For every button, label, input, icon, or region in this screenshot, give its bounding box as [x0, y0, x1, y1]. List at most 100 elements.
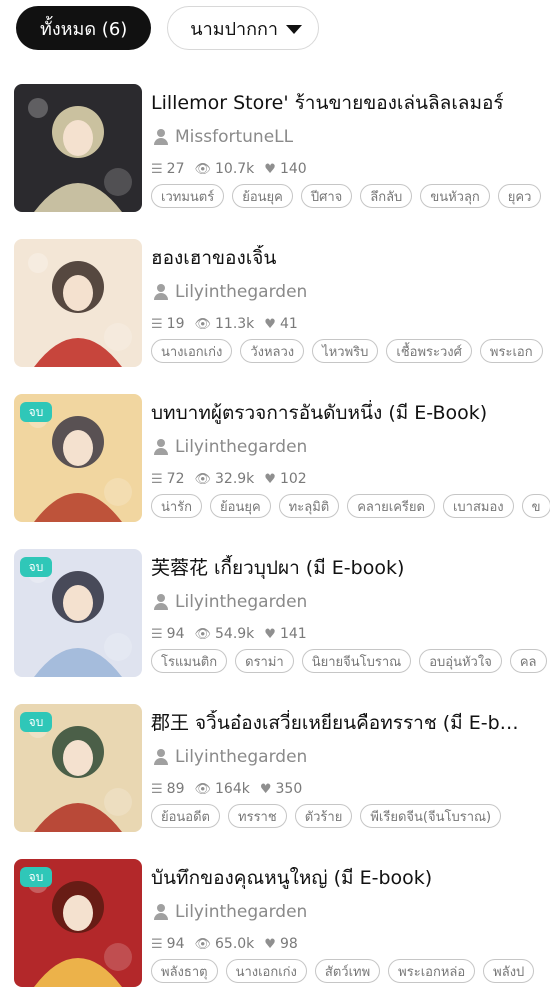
book-cover[interactable]: จบ: [14, 704, 142, 832]
genre-tag[interactable]: ตัวร้าย: [294, 804, 353, 828]
novel-title[interactable]: บทบาทผู้ตรวจการอันดับหนึ่ง (มี E-Book): [151, 400, 550, 426]
eye-icon: 👁: [194, 471, 211, 487]
genre-tag[interactable]: พระเอก: [479, 339, 543, 363]
genre-tag[interactable]: นางเอกเก่ง: [225, 959, 307, 983]
novel-item[interactable]: จบ บทบาทผู้ตรวจการอันดับหนึ่ง (มี E-Book…: [0, 394, 550, 549]
genre-tag[interactable]: พลังธาตุ: [151, 959, 218, 983]
genre-tag[interactable]: ย้อนยุค: [210, 494, 271, 518]
genre-tag[interactable]: คลายเครียด: [347, 494, 435, 518]
genre-tag[interactable]: พลังป: [483, 959, 535, 983]
filter-all-chip[interactable]: ทั้งหมด (6): [16, 6, 152, 50]
like-count: ♥ 41: [264, 316, 297, 332]
author-name[interactable]: Lilyinthegarden: [175, 437, 307, 457]
user-icon: [153, 904, 169, 920]
author-name[interactable]: Lilyinthegarden: [175, 747, 307, 767]
genre-tag[interactable]: ย้อนยุค: [232, 184, 293, 208]
book-cover[interactable]: [14, 84, 142, 212]
chapter-count-value: 27: [166, 161, 185, 177]
genre-tag[interactable]: ไหวพริบ: [312, 339, 379, 363]
caret-down-icon: [286, 25, 303, 34]
genre-tag[interactable]: ทะลุมิติ: [278, 494, 340, 518]
genre-tag[interactable]: เวทมนตร์: [151, 184, 225, 208]
chapter-count-value: 19: [166, 316, 185, 332]
sort-dropdown[interactable]: นามปากกา: [167, 6, 320, 50]
stats-row: ☰ 94 👁 65.0k ♥ 98: [151, 935, 550, 953]
list-icon: ☰: [151, 471, 163, 487]
completed-badge: จบ: [20, 557, 52, 577]
user-icon: [153, 594, 169, 610]
genre-tag[interactable]: คล: [509, 649, 547, 673]
view-count: 👁 54.9k: [194, 626, 254, 642]
genre-tag[interactable]: พระเอกหล่อ: [388, 959, 476, 983]
novel-item[interactable]: ฮองเฮาของเจิ้น Lilyinthegarden ☰ 19 👁 11…: [0, 239, 550, 394]
author-name[interactable]: Lilyinthegarden: [175, 592, 307, 612]
novel-title[interactable]: ฮองเฮาของเจิ้น: [151, 245, 550, 271]
stats-row: ☰ 94 👁 54.9k ♥ 141: [151, 625, 550, 643]
completed-badge: จบ: [20, 867, 52, 887]
author-name[interactable]: Lilyinthegarden: [175, 282, 307, 302]
eye-icon: 👁: [194, 781, 211, 797]
genre-tag[interactable]: เบาสมอง: [442, 494, 514, 518]
author-name[interactable]: MissfortuneLL: [175, 127, 293, 147]
chapter-count: ☰ 94: [151, 936, 184, 952]
genre-tag[interactable]: นิยายจีนโบราณ: [301, 649, 412, 673]
view-count: 👁 32.9k: [194, 471, 254, 487]
list-icon: ☰: [151, 316, 163, 332]
book-cover[interactable]: จบ: [14, 394, 142, 522]
like-count: ♥ 141: [264, 626, 306, 642]
book-cover[interactable]: จบ: [14, 549, 142, 677]
genre-tag[interactable]: ลึกลับ: [360, 184, 413, 208]
view-count-value: 11.3k: [215, 316, 255, 332]
genre-tag[interactable]: ยุคว: [497, 184, 542, 208]
eye-icon: 👁: [194, 316, 211, 332]
user-icon: [153, 749, 169, 765]
novel-list: Lillemor Store' ร้านขายของเล่นลิลเลมอร์ …: [0, 84, 550, 1000]
genre-tag[interactable]: ขนหัวลุก: [420, 184, 490, 208]
novel-title[interactable]: 芙蓉花 เกี้ยวบุปผา (มี E-book): [151, 555, 550, 581]
heart-icon: ♥: [264, 626, 276, 642]
genre-tag[interactable]: พีเรียดจีน(จีนโบราณ): [360, 804, 502, 828]
heart-icon: ♥: [264, 316, 276, 332]
author-name[interactable]: Lilyinthegarden: [175, 902, 307, 922]
genre-tag[interactable]: โรแมนติก: [151, 649, 228, 673]
view-count: 👁 11.3k: [194, 316, 254, 332]
book-cover[interactable]: จบ: [14, 859, 142, 987]
book-cover[interactable]: [14, 239, 142, 367]
filter-bar: ทั้งหมด (6) นามปากกา: [16, 6, 550, 50]
heart-icon: ♥: [264, 471, 276, 487]
genre-tag[interactable]: วังหลวง: [240, 339, 305, 363]
novel-title[interactable]: บันทึกของคุณหนูใหญ่ (มี E-book): [151, 865, 550, 891]
genre-tag[interactable]: อบอุ่นหัวใจ: [419, 649, 502, 673]
list-icon: ☰: [151, 626, 163, 642]
like-count: ♥ 98: [264, 936, 297, 952]
like-count: ♥ 140: [264, 161, 306, 177]
genre-tag[interactable]: ดราม่า: [235, 649, 294, 673]
novel-title[interactable]: 郡王 จวิ้นอ๋องเสวี่ยเหยียนคือทรราช (มี E-b…: [151, 710, 550, 736]
genre-tag[interactable]: ย้อนอดีต: [151, 804, 221, 828]
novel-item[interactable]: จบ บันทึกของคุณหนูใหญ่ (มี E-book) Lilyi…: [0, 859, 550, 1000]
novel-title[interactable]: Lillemor Store' ร้านขายของเล่นลิลเลมอร์: [151, 90, 550, 116]
genre-tag[interactable]: น่ารัก: [151, 494, 203, 518]
genre-tag[interactable]: นางเอกเก่ง: [151, 339, 233, 363]
tag-list: โรแมนติก ดราม่า นิยายจีนโบราณ อบอุ่นหัวใจ คล: [151, 649, 550, 673]
genre-tag[interactable]: ข: [521, 494, 550, 518]
chapter-count: ☰ 19: [151, 316, 184, 332]
user-icon: [153, 129, 169, 145]
view-count-value: 54.9k: [215, 626, 255, 642]
like-count-value: 41: [279, 316, 298, 332]
genre-tag[interactable]: สัตว์เทพ: [314, 959, 381, 983]
novel-info: Lillemor Store' ร้านขายของเล่นลิลเลมอร์ …: [151, 90, 550, 208]
novel-item[interactable]: จบ 郡王 จวิ้นอ๋องเสวี่ยเหยียนคือทรราช (มี …: [0, 704, 550, 859]
novel-item[interactable]: จบ 芙蓉花 เกี้ยวบุปผา (มี E-book) Lilyinthe…: [0, 549, 550, 704]
completed-badge: จบ: [20, 402, 52, 422]
tag-list: นางเอกเก่ง วังหลวง ไหวพริบ เชื้อพระวงศ์ พระเ…: [151, 339, 550, 363]
tag-list: น่ารัก ย้อนยุค ทะลุมิติ คลายเครียด เบาสมอง ข: [151, 494, 550, 518]
genre-tag[interactable]: เชื้อพระวงศ์: [386, 339, 472, 363]
eye-icon: 👁: [194, 626, 211, 642]
view-count-value: 32.9k: [215, 471, 255, 487]
genre-tag[interactable]: ปีศาจ: [300, 184, 353, 208]
genre-tag[interactable]: ทรราช: [228, 804, 287, 828]
stats-row: ☰ 89 👁 164k ♥ 350: [151, 780, 550, 798]
author-row: Lilyinthegarden: [151, 901, 550, 923]
novel-item[interactable]: Lillemor Store' ร้านขายของเล่นลิลเลมอร์ …: [0, 84, 550, 239]
